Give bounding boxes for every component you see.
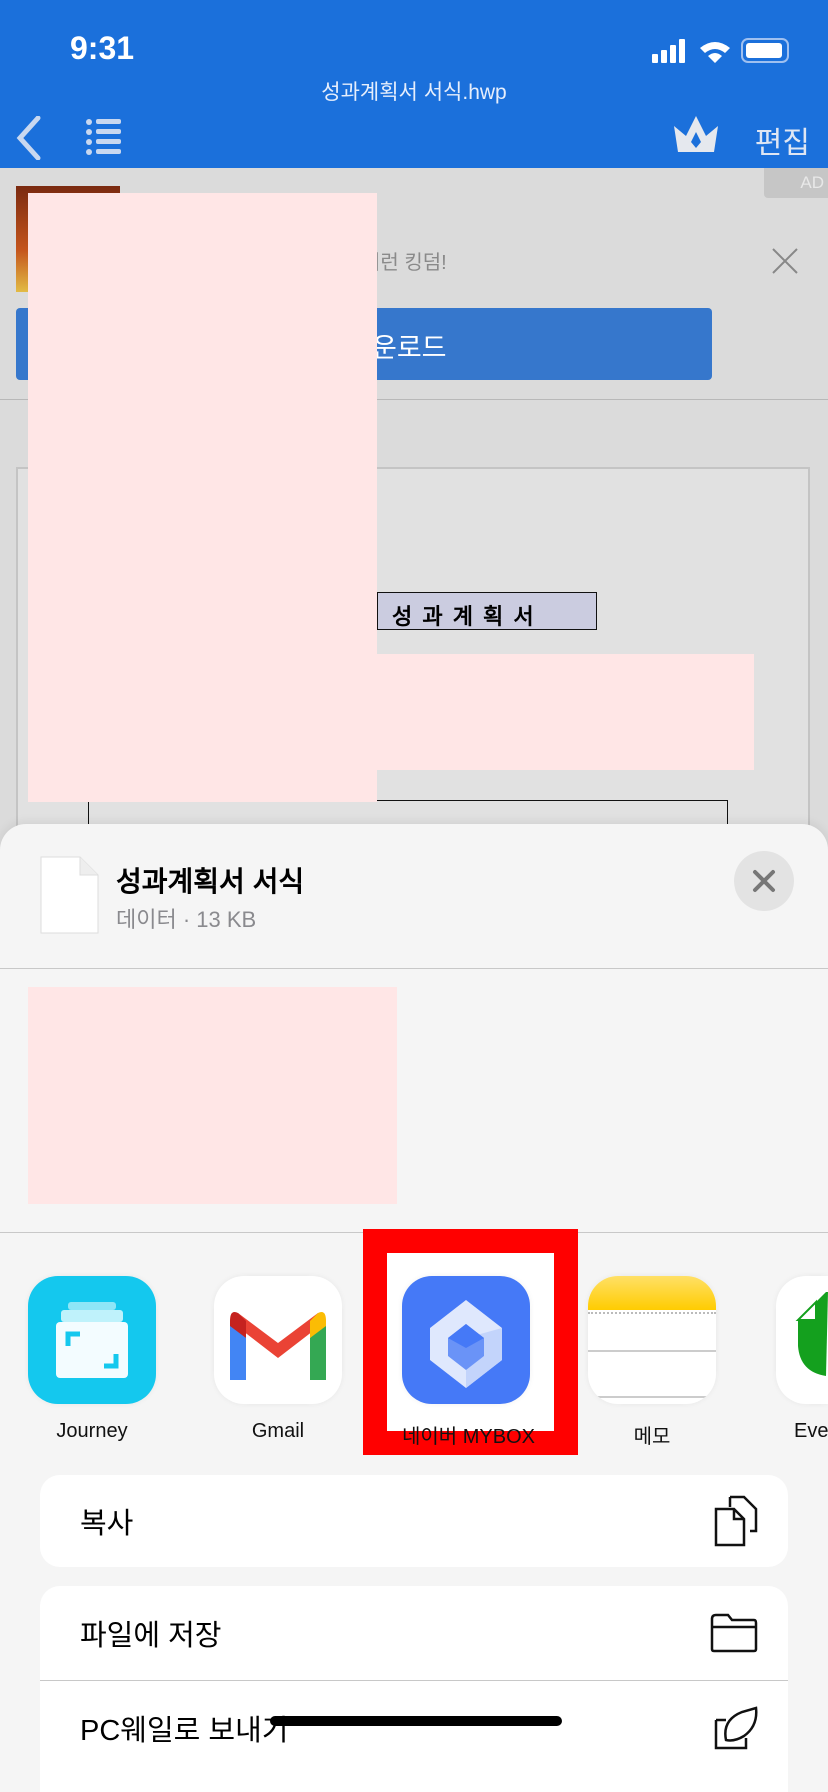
crown-icon[interactable] bbox=[672, 114, 720, 154]
send-to-whale-action[interactable]: PC웨일로 보내기 bbox=[40, 1681, 788, 1775]
app-label: Eve bbox=[794, 1420, 828, 1442]
divider bbox=[0, 968, 828, 969]
ad-badge: AD bbox=[764, 168, 828, 198]
file-name: 성과계획서 서식 bbox=[116, 866, 305, 897]
home-indicator bbox=[270, 1716, 562, 1726]
status-icons bbox=[652, 38, 789, 63]
redaction bbox=[28, 193, 377, 802]
save-to-files-action[interactable]: 파일에 저장 bbox=[40, 1586, 788, 1680]
app-memo[interactable]: 메모 bbox=[588, 1276, 716, 1449]
action-label: 복사 bbox=[80, 1508, 134, 1540]
action-label: 파일에 저장 bbox=[80, 1620, 222, 1652]
copy-action[interactable]: 복사 bbox=[40, 1475, 788, 1567]
notes-icon bbox=[588, 1276, 716, 1404]
whale-icon bbox=[714, 1706, 758, 1750]
list-icon[interactable] bbox=[86, 118, 122, 156]
close-icon bbox=[753, 870, 775, 892]
action-label: PC웨일로 보내기 bbox=[80, 1715, 289, 1747]
close-button[interactable] bbox=[734, 851, 794, 911]
copy-icon bbox=[714, 1495, 758, 1547]
app-label: Journey bbox=[56, 1420, 128, 1442]
action-group: 파일에 저장 PC웨일로 보내기 bbox=[40, 1586, 788, 1792]
app-label: Gmail bbox=[251, 1420, 305, 1442]
edit-button[interactable]: 편집 bbox=[755, 118, 810, 162]
mybox-icon bbox=[402, 1276, 530, 1404]
back-chevron-icon[interactable] bbox=[14, 116, 42, 160]
redaction bbox=[377, 654, 754, 770]
redaction bbox=[28, 987, 397, 1204]
gmail-icon bbox=[214, 1276, 342, 1404]
document-heading: 성 과 계 획 서 bbox=[377, 592, 597, 630]
app-label: 네이버 MYBOX bbox=[402, 1426, 535, 1448]
app-naver-mybox[interactable]: 네이버 MYBOX bbox=[402, 1276, 535, 1449]
status-time: 9:31 bbox=[70, 30, 135, 66]
document-table bbox=[88, 800, 728, 824]
folder-icon bbox=[710, 1613, 758, 1653]
file-icon bbox=[40, 856, 99, 934]
app-evernote[interactable]: Eve bbox=[776, 1276, 828, 1443]
file-meta: 데이터 · 13 KB bbox=[116, 907, 257, 932]
evernote-icon bbox=[776, 1276, 828, 1404]
app-header: 9:31 성과계획서 서식.hwp 편집 bbox=[0, 0, 828, 168]
ad-close-icon[interactable] bbox=[772, 248, 798, 274]
document-title: 성과계획서 서식.hwp bbox=[321, 81, 507, 104]
app-journey[interactable]: Journey bbox=[28, 1276, 156, 1443]
journey-icon bbox=[28, 1276, 156, 1404]
app-label: 메모 bbox=[633, 1426, 671, 1448]
app-gmail[interactable]: Gmail bbox=[214, 1276, 342, 1443]
